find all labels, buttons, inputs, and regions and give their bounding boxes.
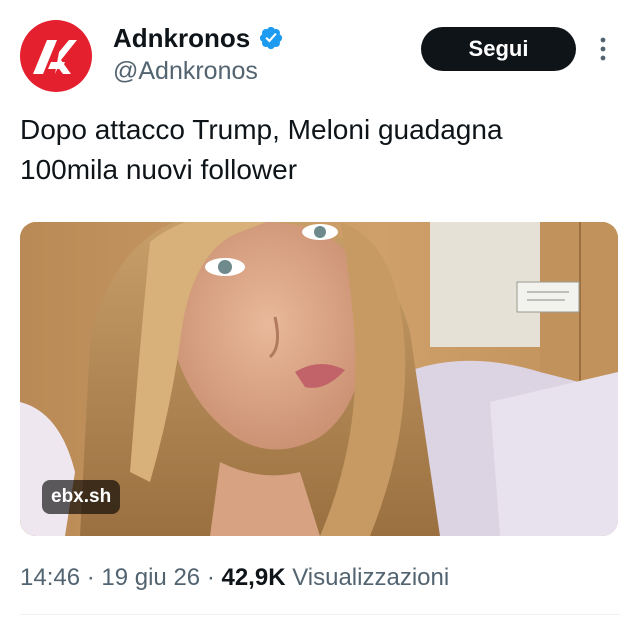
verified-badge-icon bbox=[260, 26, 283, 50]
follow-button[interactable]: Segui bbox=[421, 27, 576, 71]
meta-separator: · bbox=[80, 564, 102, 591]
views-label: Visualizzazioni bbox=[285, 564, 450, 591]
tweet-time[interactable]: 14:46 bbox=[20, 564, 80, 591]
author-display-name[interactable]: Adnkronos bbox=[113, 22, 250, 54]
media-source-badge: ebx.sh bbox=[42, 480, 121, 514]
views-count: 42,9K bbox=[221, 564, 286, 591]
author-handle[interactable]: @Adnkronos bbox=[113, 55, 258, 87]
tweet-meta: 14:46 · 19 giu 26 · 42,9K Visualizzazion… bbox=[20, 562, 449, 594]
adnkronos-logo-icon bbox=[33, 40, 77, 74]
divider bbox=[20, 614, 620, 615]
meta-separator: · bbox=[200, 564, 222, 591]
author-name-row: Adnkronos bbox=[113, 22, 284, 54]
tweet-card: Adnkronos @Adnkronos Segui Dopo attacco … bbox=[0, 0, 640, 623]
tweet-date[interactable]: 19 giu 26 bbox=[101, 564, 200, 591]
tweet-text: Dopo attacco Trump, Meloni guadagna 100m… bbox=[20, 114, 503, 185]
more-vertical-icon[interactable] bbox=[596, 36, 610, 62]
avatar[interactable] bbox=[20, 20, 92, 92]
